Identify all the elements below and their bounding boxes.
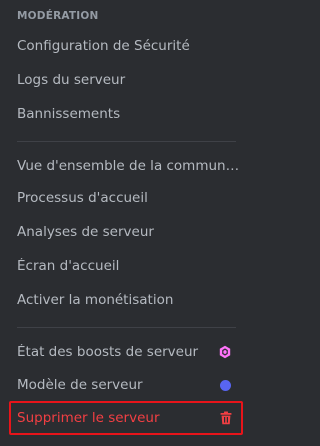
sidebar-item-audit-log[interactable]: Logs du serveur (8, 64, 240, 96)
trash-icon (215, 411, 237, 425)
sidebar-item-label: Logs du serveur (17, 72, 126, 88)
sidebar-item-label: Bannissements (17, 106, 121, 122)
sidebar-item-label: État des boosts de serveur (17, 344, 199, 360)
sidebar-item-security-setup[interactable]: Configuration de Sécurité (8, 30, 240, 62)
sidebar-item-label: Processus d'accueil (17, 190, 148, 206)
sidebar-item-label: Écran d'accueil (17, 258, 120, 274)
sidebar-item-bans[interactable]: Bannissements (8, 98, 240, 130)
sidebar-item-label: Configuration de Sécurité (17, 38, 190, 54)
sidebar-item-server-insights[interactable]: Analyses de serveur (8, 216, 240, 248)
sidebar-item-enable-monetization[interactable]: Activer la monétisation (8, 284, 240, 316)
sidebar-item-welcome-screen[interactable]: Écran d'accueil (8, 250, 240, 282)
sidebar-item-label: Modèle de serveur (17, 377, 143, 393)
boost-gem-icon (214, 345, 236, 359)
sidebar-item-label: Activer la monétisation (17, 292, 174, 308)
scrollbar-track[interactable] (251, 0, 265, 446)
status-dot-icon (214, 379, 236, 391)
delete-server-button[interactable]: Supprimer le serveur (9, 401, 243, 435)
sidebar-item-server-boost-status[interactable]: État des boosts de serveur (8, 336, 240, 368)
sidebar-item-server-template[interactable]: Modèle de serveur (8, 369, 240, 401)
sidebar-item-label: Analyses de serveur (17, 224, 154, 240)
settings-sidebar: MODÉRATION Configuration de Sécurité Log… (0, 0, 251, 446)
sidebar-item-label: Supprimer le serveur (17, 410, 160, 426)
sidebar-item-community-overview[interactable]: Vue d'ensemble de la communauté (8, 150, 240, 182)
sidebar-item-onboarding[interactable]: Processus d'accueil (8, 182, 240, 214)
sidebar-item-label: Vue d'ensemble de la communauté (17, 158, 240, 174)
section-divider (17, 141, 236, 142)
section-divider (17, 327, 236, 328)
section-header-moderation: MODÉRATION (17, 10, 99, 22)
